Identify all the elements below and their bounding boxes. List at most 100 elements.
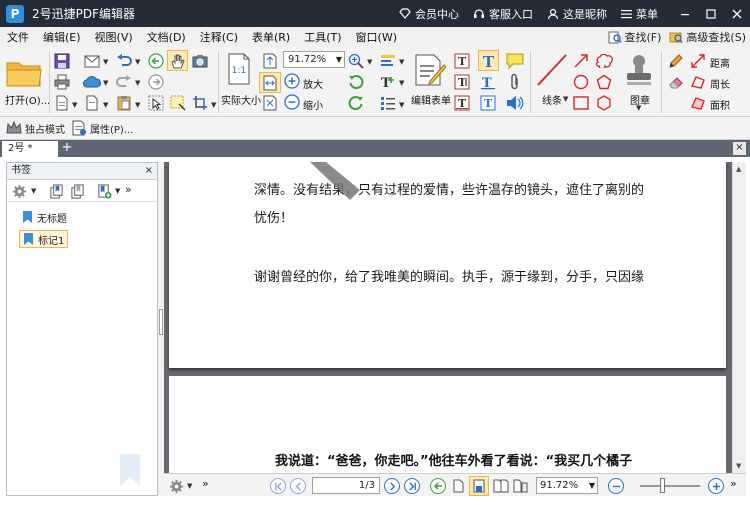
comb-field-button[interactable]: T <box>452 93 472 113</box>
text-select-button[interactable] <box>378 51 398 71</box>
properties-button[interactable]: 属性(P)... <box>71 120 133 136</box>
splitter-handle[interactable] <box>159 309 163 335</box>
undo-dropdown-icon[interactable]: ▼ <box>135 58 140 66</box>
cloud-dropdown-icon[interactable]: ▼ <box>103 79 108 87</box>
zoom-slider-track[interactable] <box>640 485 700 487</box>
new-tab-button[interactable]: + <box>60 141 74 156</box>
cover-view-button[interactable] <box>512 477 530 495</box>
user-account-link[interactable]: 这是昵称 <box>547 6 607 22</box>
scroll-down-icon[interactable]: ▼ <box>736 462 741 470</box>
multiline-field-button[interactable]: T <box>452 72 472 92</box>
panel-more-icon[interactable]: » <box>125 183 132 196</box>
facing-view-button[interactable] <box>492 477 510 495</box>
member-center-link[interactable]: 会员中心 <box>399 6 459 22</box>
bookmark-item-selected[interactable]: 标记1 <box>19 230 69 248</box>
zoom-slider-thumb[interactable] <box>660 478 665 493</box>
select-tool-button[interactable] <box>146 93 166 113</box>
rotate-right-button[interactable] <box>346 93 366 113</box>
eraser-tool-button[interactable] <box>666 72 686 92</box>
magnifier-dropdown-icon[interactable]: ▼ <box>367 58 372 66</box>
distance-tool-button[interactable] <box>688 51 708 71</box>
fit-width-button[interactable] <box>259 72 281 93</box>
line-tool-button[interactable] <box>535 51 569 89</box>
continuous-view-button[interactable] <box>469 476 489 496</box>
undo-button[interactable] <box>114 51 134 71</box>
status-zoom-field[interactable]: 91.72% ▼ <box>536 477 598 494</box>
crop-button[interactable] <box>190 93 210 113</box>
exclusive-mode-button[interactable]: 独占模式 <box>6 121 65 136</box>
next-page-button[interactable] <box>384 478 400 494</box>
attach-file-button[interactable] <box>504 72 526 92</box>
hand-tool-button[interactable] <box>167 50 188 71</box>
sound-button[interactable] <box>504 93 526 113</box>
polygon-tool-button[interactable] <box>594 93 614 113</box>
maximize-button[interactable] <box>698 0 724 27</box>
menu-file[interactable]: 文件 <box>0 29 36 45</box>
bookmark-options-dropdown-icon[interactable]: ▼ <box>31 187 36 195</box>
zoom-level-field[interactable]: 91.72% ▼ <box>283 51 345 68</box>
actual-size-button[interactable]: 1:1 <box>226 52 252 86</box>
text-select-dropdown-icon[interactable]: ▼ <box>399 58 404 66</box>
paste-button[interactable] <box>114 93 134 113</box>
menu-tools[interactable]: 工具(T) <box>297 29 348 45</box>
typewriter-button[interactable]: T <box>478 50 499 71</box>
rotate-left-button[interactable] <box>346 72 366 92</box>
minimize-button[interactable] <box>672 0 698 27</box>
magnifier-button[interactable] <box>346 51 366 71</box>
pencil-tool-button[interactable] <box>666 51 686 71</box>
expand-bookmark-button[interactable] <box>47 182 65 200</box>
redo-dropdown-icon[interactable]: ▼ <box>135 79 140 87</box>
menu-comment[interactable]: 注释(C) <box>193 29 245 45</box>
zoom-dropdown-icon[interactable]: ▼ <box>336 52 342 67</box>
status-zoom-in-button[interactable] <box>708 478 724 494</box>
insert-text-button[interactable]: T <box>378 72 398 92</box>
cloud-button[interactable] <box>82 72 102 92</box>
single-page-view-button[interactable] <box>450 477 466 495</box>
status-more-icon[interactable]: » <box>202 477 209 490</box>
back-button[interactable] <box>146 51 166 71</box>
forward-button[interactable] <box>146 72 166 92</box>
cloud-shape-button[interactable] <box>594 51 614 71</box>
main-menu-button[interactable]: 菜单 <box>621 6 658 22</box>
area-tool-button[interactable] <box>688 93 708 113</box>
stamp-button[interactable] <box>622 51 656 89</box>
paste-dropdown-icon[interactable]: ▼ <box>135 101 140 109</box>
menu-form[interactable]: 表单(R) <box>245 29 297 45</box>
menu-edit[interactable]: 编辑(E) <box>36 29 88 45</box>
close-window-button[interactable] <box>724 0 750 27</box>
ellipse-tool-button[interactable] <box>571 72 591 92</box>
document-tab[interactable]: 2号 * <box>2 141 58 157</box>
menu-window[interactable]: 窗口(W) <box>349 29 404 45</box>
list-button[interactable] <box>378 93 398 113</box>
insert-text-dropdown-icon[interactable]: ▼ <box>399 79 404 87</box>
zoom-out-button[interactable] <box>283 93 301 111</box>
snapshot-button[interactable] <box>190 51 210 71</box>
zoom-in-button[interactable] <box>283 72 301 90</box>
previous-page-button[interactable] <box>290 478 306 494</box>
customer-service-link[interactable]: 客服入口 <box>473 6 533 22</box>
advanced-find-button[interactable]: 高级查找(S) <box>669 29 746 45</box>
document-dropdown-icon[interactable]: ▼ <box>103 101 108 109</box>
list-dropdown-icon[interactable]: ▼ <box>399 101 404 109</box>
highlight-area-button[interactable] <box>168 93 188 113</box>
textbox-button[interactable]: T <box>478 93 498 113</box>
text-field-button[interactable]: T <box>452 51 472 71</box>
first-page-button[interactable] <box>270 478 286 494</box>
scroll-up-icon[interactable]: ▲ <box>736 165 741 173</box>
status-end-more-icon[interactable]: » <box>730 477 737 490</box>
email-button[interactable] <box>82 51 102 71</box>
open-button[interactable] <box>4 53 44 93</box>
stamp-dropdown-icon[interactable]: ▼ <box>636 104 641 112</box>
callout-text-button[interactable]: T <box>478 72 498 92</box>
new-document-dropdown-icon[interactable]: ▼ <box>72 101 77 109</box>
line-dropdown-icon[interactable]: ▼ <box>563 95 568 103</box>
print-button[interactable] <box>52 72 72 92</box>
save-button[interactable] <box>52 51 72 71</box>
last-page-button[interactable] <box>404 478 420 494</box>
crop-dropdown-icon[interactable]: ▼ <box>211 101 216 109</box>
menu-view[interactable]: 视图(V) <box>88 29 140 45</box>
pentagon-tool-button[interactable] <box>594 72 614 92</box>
edit-form-button[interactable] <box>412 51 448 89</box>
close-tab-button[interactable]: × <box>733 142 746 155</box>
add-bookmark-dropdown-icon[interactable]: ▼ <box>115 187 120 195</box>
